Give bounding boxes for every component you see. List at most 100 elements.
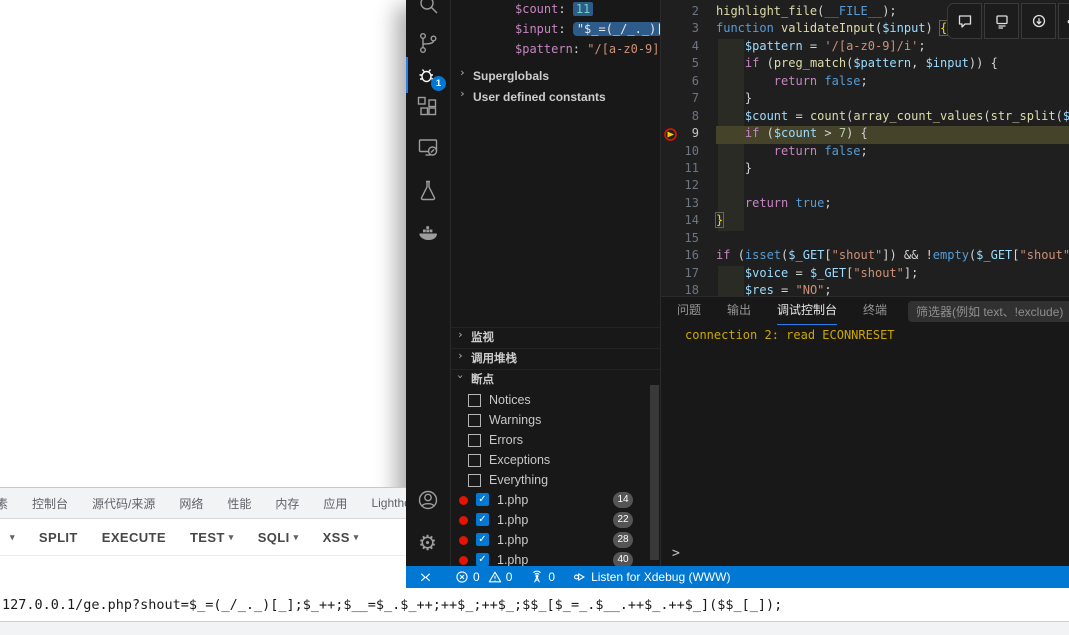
section-header[interactable]: › 断点: [451, 369, 660, 390]
xdebug-label: Listen for Xdebug (WWW): [591, 570, 731, 584]
variable-row[interactable]: $pattern: "/[a-z0-9]/i": [451, 42, 660, 62]
filter-label: Exceptions: [489, 453, 551, 467]
download-circle-icon[interactable]: [1021, 3, 1056, 39]
code-line[interactable]: 4 $pattern = '/[a-z0-9]/i';: [661, 39, 1069, 56]
devtools-tab[interactable]: 网络: [179, 495, 203, 512]
breakpoint-line-badge: 28: [613, 532, 633, 548]
line-number: 18: [684, 283, 699, 296]
panel-tab-inactive[interactable]: 输出: [727, 297, 751, 324]
variables-group-superglobals[interactable]: › Superglobals: [451, 66, 660, 87]
line-number: 7: [691, 91, 699, 106]
variable-row[interactable]: $count: 11: [451, 2, 660, 22]
code-line[interactable]: 6 return false;: [661, 74, 1069, 91]
search-icon[interactable]: [406, 0, 449, 24]
code-line[interactable]: 16 if (isset($_GET["shout"]) && !empty($_…: [661, 248, 1069, 265]
variable-value: 11: [572, 2, 594, 16]
code-line[interactable]: 15: [661, 231, 1069, 248]
breakpoint-row[interactable]: ✓ 1.php 40: [451, 550, 660, 566]
code-line[interactable]: 8 $count = count(array_count_values(str_…: [661, 109, 1069, 126]
error-icon: [456, 571, 468, 583]
code-line[interactable]: 13 return true;: [661, 196, 1069, 213]
section-header[interactable]: › 监视: [451, 327, 660, 348]
url-text[interactable]: 127.0.0.1/ge.php?shout=$_=(_/_._)[_];$_+…: [0, 597, 782, 613]
panel-tab-inactive[interactable]: 问题: [677, 297, 701, 324]
line-number: 14: [684, 213, 699, 228]
testing-flask-icon[interactable]: [406, 170, 449, 210]
account-icon[interactable]: [406, 480, 449, 520]
devtools-tab[interactable]: 性能: [227, 495, 251, 512]
devtools-tab[interactable]: 内存: [275, 495, 299, 512]
devtools-tab[interactable]: Lighthouse: [371, 496, 406, 510]
section-label: 断点: [471, 374, 494, 386]
variables-list: $count: 11$input: "$_=(_/_._)[_];$_…"$pa…: [451, 2, 660, 62]
error-count: 0: [473, 570, 480, 584]
remote-indicator-icon[interactable]: [418, 570, 433, 585]
current-breakpoint-arrow-icon[interactable]: [663, 127, 678, 142]
warning-icon: [488, 571, 501, 583]
chevron-down-icon: ›: [453, 373, 467, 380]
code-line[interactable]: 14}: [661, 212, 1069, 230]
problems-status[interactable]: 0 0: [455, 570, 512, 584]
breakpoint-row[interactable]: ✓ 1.php 22: [451, 510, 660, 530]
code-line[interactable]: 12: [661, 178, 1069, 195]
breakpoint-row[interactable]: ✓ 1.php 28: [451, 530, 660, 550]
checkbox-checked-icon: ✓: [476, 553, 489, 566]
code-lines: 2 highlight_file(__FILE__); 3 function vali…: [661, 4, 1069, 296]
checkbox-unchecked-icon: [468, 414, 481, 427]
devtools-tab[interactable]: 元素: [0, 495, 8, 512]
section-label: 监视: [471, 332, 494, 344]
url-input-row[interactable]: 127.0.0.1/ge.php?shout=$_=(_/_._)[_];$_+…: [0, 588, 1069, 622]
hackbar-label: SPLIT: [38, 529, 78, 545]
filter-label: Notices: [489, 393, 531, 407]
caret-down-icon: ▾: [10, 531, 15, 542]
settings-gear-icon[interactable]: ⚙: [406, 523, 449, 563]
debug-sidebar: $count: 11$input: "$_=(_/_._)[_];$_…"$pa…: [451, 0, 661, 566]
breakpoint-filter-row[interactable]: Everything: [451, 470, 660, 490]
code-line[interactable]: 5 if (preg_match($pattern, $input)) {: [661, 56, 1069, 73]
remote-explorer-icon[interactable]: [406, 127, 449, 167]
chevron-right-icon: ›: [457, 349, 464, 362]
variable-value: "/[a-z0-9]/i": [587, 42, 660, 56]
console-filter-input[interactable]: [908, 301, 1069, 322]
variables-group-user-defined-constants[interactable]: › User defined constants: [451, 87, 660, 108]
breakpoint-filter-row[interactable]: Exceptions: [451, 450, 660, 470]
devtools-tab[interactable]: 控制台: [32, 495, 68, 512]
status-bar: 0 0 0 Listen for Xdebug (WWW): [406, 566, 1069, 588]
sidebar-scrollbar[interactable]: [650, 385, 659, 560]
console-prompt[interactable]: >: [672, 546, 680, 561]
code-line[interactable]: 17 $voice = $_GET["shout"];: [661, 266, 1069, 283]
hackbar-item-xss[interactable]: XSS ▾: [323, 530, 359, 545]
hackbar-url-strip: 127.0.0.1/ge.php?shout=$_=(_/_._)[_];$_+…: [0, 588, 1069, 635]
breakpoint-filter-row[interactable]: Errors: [451, 430, 660, 450]
more-actions-icon[interactable]: •••: [1058, 3, 1069, 39]
section-header[interactable]: › 调用堆栈: [451, 348, 660, 369]
code-line[interactable]: 10 return false;: [661, 144, 1069, 161]
docker-icon[interactable]: [406, 212, 449, 252]
code-editor[interactable]: 2 highlight_file(__FILE__); 3 function vali…: [661, 0, 1069, 296]
hackbar-item-execute[interactable]: EXECUTE: [102, 530, 166, 545]
code-line[interactable]: 18 $res = "NO";: [661, 283, 1069, 296]
panel-tab-active[interactable]: 调试控制台: [777, 297, 838, 325]
breakpoint-row[interactable]: ✓ 1.php 14: [451, 490, 660, 510]
variable-row[interactable]: $input: "$_=(_/_._)[_];$_…": [451, 22, 660, 42]
extensions-icon[interactable]: [406, 87, 449, 127]
hackbar-item-split[interactable]: SPLIT: [39, 530, 78, 545]
ports-status[interactable]: 0: [530, 570, 555, 584]
output-preview-icon[interactable]: [984, 3, 1019, 39]
checkbox-unchecked-icon: [468, 474, 481, 487]
code-line[interactable]: 11 }: [661, 161, 1069, 178]
hackbar-item-sqli[interactable]: SQLI ▾: [258, 530, 299, 545]
devtools-tab[interactable]: 源代码/来源: [92, 495, 155, 512]
hackbar-label: XSS: [322, 529, 350, 545]
code-line[interactable]: 7 }: [661, 91, 1069, 108]
panel-tab-inactive[interactable]: 终端: [863, 297, 887, 324]
line-number: 10: [684, 143, 699, 158]
comment-icon[interactable]: [947, 3, 982, 39]
code-line[interactable]: 9 if ($count > 7) {: [661, 126, 1069, 144]
hackbar-item-test[interactable]: TEST ▾: [190, 530, 234, 545]
breakpoint-filter-row[interactable]: Notices: [451, 390, 660, 410]
xdebug-launch-status[interactable]: Listen for Xdebug (WWW): [573, 570, 730, 584]
devtools-tab[interactable]: 应用: [323, 495, 347, 512]
breakpoint-filter-row[interactable]: Warnings: [451, 410, 660, 430]
hackbar-item[interactable]: ▾: [6, 530, 15, 545]
